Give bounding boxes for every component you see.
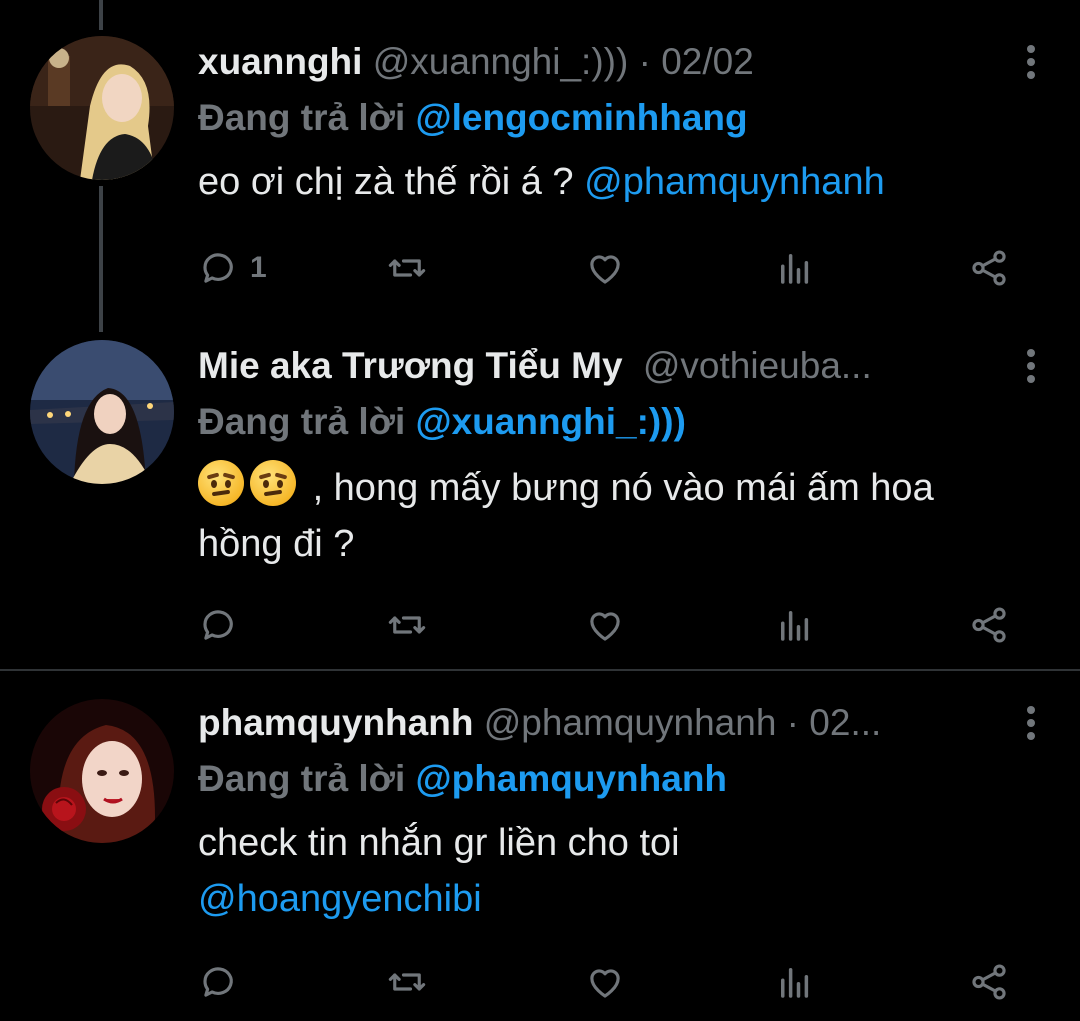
more-options-icon[interactable] xyxy=(1016,42,1046,82)
avatar-mie[interactable] xyxy=(30,340,174,484)
analytics-button[interactable] xyxy=(774,243,816,293)
analytics-button[interactable] xyxy=(774,600,816,650)
tweet-date[interactable]: 02/02 xyxy=(661,41,754,82)
reply-to-handle[interactable]: @phamquynhanh xyxy=(416,758,728,799)
tweet-actions xyxy=(198,957,1018,1007)
reply-button[interactable]: 1 xyxy=(198,243,267,293)
analytics-icon xyxy=(781,611,809,641)
tweet-text: eo ơi chị zà thế rồi á ? @phamquynhanh xyxy=(198,154,1020,210)
share-icon xyxy=(972,250,1006,286)
user-handle[interactable]: @phamquynhanh xyxy=(484,702,777,743)
mention-link[interactable]: @hoangyenchibi xyxy=(198,871,1020,927)
reply-button[interactable] xyxy=(198,957,240,1007)
reply-prefix: Đang trả lời xyxy=(198,401,406,442)
display-name[interactable]: phamquynhanh xyxy=(198,702,473,743)
analytics-icon xyxy=(781,254,809,284)
retweet-icon xyxy=(388,973,426,991)
tweet-3[interactable]: phamquynhanh @phamquynhanh · 02... Đang … xyxy=(0,671,1080,1021)
separator: · xyxy=(628,41,662,82)
reply-button[interactable] xyxy=(198,600,240,650)
reply-icon xyxy=(203,253,233,283)
tweet-header: phamquynhanh @phamquynhanh · 02... xyxy=(198,699,1020,747)
reply-prefix: Đang trả lời xyxy=(198,97,406,138)
like-button[interactable] xyxy=(584,243,626,293)
tweet-actions xyxy=(198,600,1018,650)
avatar-phamquynhanh[interactable] xyxy=(30,699,174,843)
raised-eyebrow-emoji xyxy=(198,460,244,506)
tweet-text-content: eo ơi chị zà thế rồi á ? xyxy=(198,161,574,203)
separator: · xyxy=(776,702,810,743)
more-options-icon[interactable] xyxy=(1016,703,1046,743)
tweet-text: check tin nhắn gr liền cho toi @hoangyen… xyxy=(198,815,1020,927)
reply-icon xyxy=(203,967,233,997)
share-icon xyxy=(972,964,1006,1000)
replying-to: Đang trả lời @xuannghi_:))) xyxy=(198,398,1020,446)
retweet-button[interactable] xyxy=(386,957,428,1007)
reply-prefix: Đang trả lời xyxy=(198,758,406,799)
retweet-button[interactable] xyxy=(386,600,428,650)
like-icon xyxy=(590,969,620,998)
tweet-1[interactable]: xuannghi @xuannghi_:))) · 02/02 Đang trả… xyxy=(0,0,1080,330)
retweet-icon xyxy=(388,616,426,634)
reply-count: 1 xyxy=(250,251,267,284)
analytics-button[interactable] xyxy=(774,957,816,1007)
reply-to-handle[interactable]: @lengocminhhang xyxy=(416,97,748,138)
replying-to: Đang trả lời @phamquynhanh xyxy=(198,755,1020,803)
tweet-header: xuannghi @xuannghi_:))) · 02/02 xyxy=(198,38,1020,86)
tweet-header: Mie aka Trương Tiểu My @vothieuba... xyxy=(198,342,1020,390)
tweet-actions: 1 xyxy=(198,243,1018,293)
share-button[interactable] xyxy=(968,600,1010,650)
like-icon xyxy=(590,255,620,284)
reply-icon xyxy=(203,610,233,640)
tweet-text-content: check tin nhắn gr liền cho toi xyxy=(198,822,680,864)
retweet-icon xyxy=(388,259,426,277)
share-button[interactable] xyxy=(968,957,1010,1007)
share-icon xyxy=(972,607,1006,643)
tweet-text-content: , hong mấy bưng nó vào mái ấm hoa hồng đ… xyxy=(198,467,934,565)
retweet-button[interactable] xyxy=(386,243,428,293)
raised-eyebrow-emoji xyxy=(250,460,296,506)
analytics-icon xyxy=(781,968,809,998)
user-handle[interactable]: @xuannghi_:))) xyxy=(373,41,629,82)
tweet-text: , hong mấy bưng nó vào mái ấm hoa hồng đ… xyxy=(198,460,1020,572)
mention-link[interactable]: @phamquynhanh xyxy=(584,161,885,203)
tweet-date[interactable]: 02... xyxy=(809,702,881,743)
like-button[interactable] xyxy=(584,957,626,1007)
user-handle[interactable]: @vothieuba... xyxy=(643,345,872,386)
like-icon xyxy=(590,612,620,641)
like-button[interactable] xyxy=(584,600,626,650)
avatar-xuannghi[interactable] xyxy=(30,36,174,180)
share-button[interactable] xyxy=(968,243,1010,293)
tweet-2[interactable]: Mie aka Trương Tiểu My @vothieuba... Đan… xyxy=(0,330,1080,670)
display-name[interactable]: Mie aka Trương Tiểu My xyxy=(198,345,623,386)
replying-to: Đang trả lời @lengocminhhang xyxy=(198,94,1020,142)
display-name[interactable]: xuannghi xyxy=(198,41,362,82)
more-options-icon[interactable] xyxy=(1016,346,1046,386)
reply-to-handle[interactable]: @xuannghi_:))) xyxy=(416,401,686,442)
